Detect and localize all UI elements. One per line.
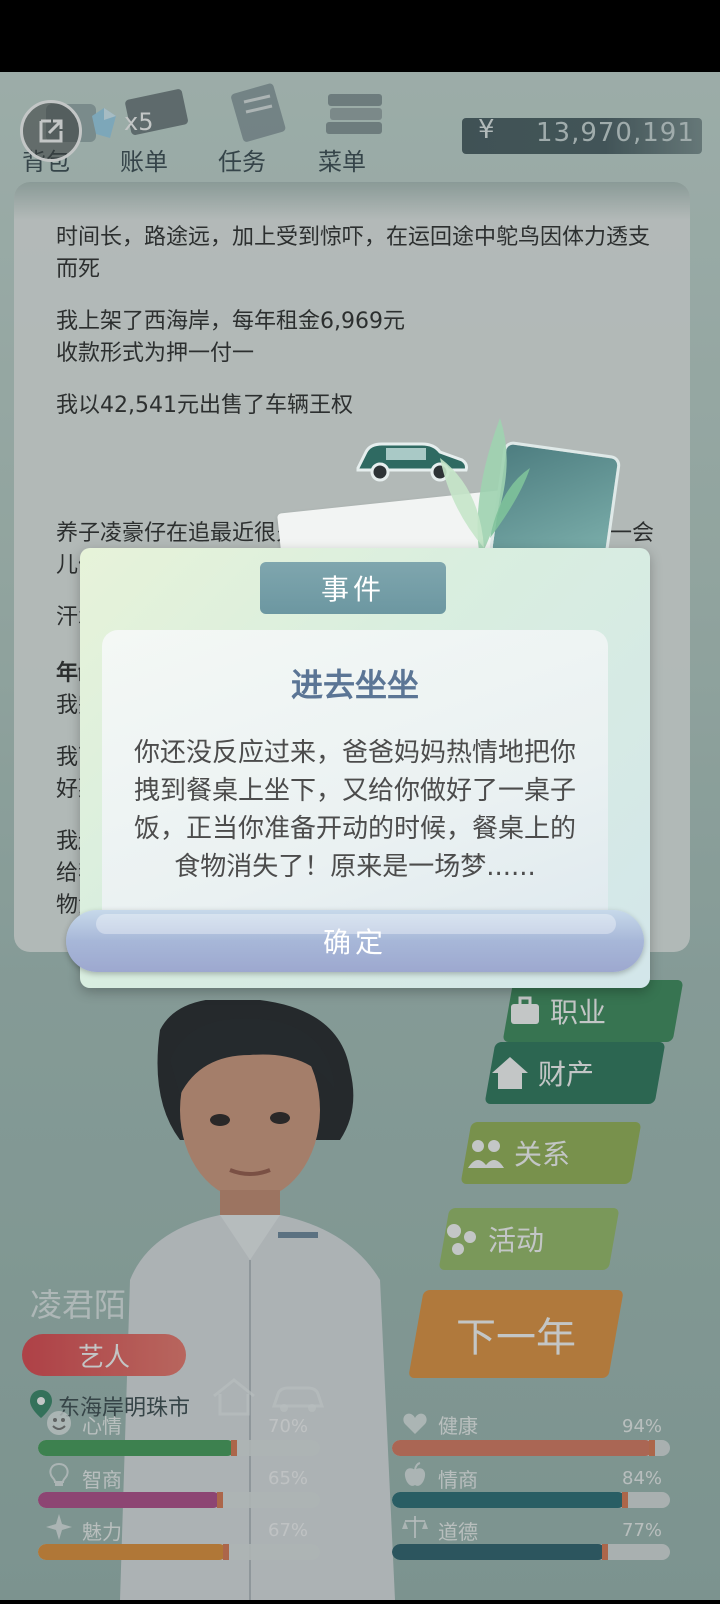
event-dialog-tab: 事件 [260,562,446,614]
event-description: 你还没反应过来，爸爸妈妈热情地把你拽到餐桌上坐下，又给你做好了一桌子饭，正当你准… [133,738,576,882]
event-title: 进去坐坐 [290,666,419,704]
leaf-decoration [440,418,530,558]
status-bar [0,0,720,72]
confirm-button-sheen [96,914,616,934]
